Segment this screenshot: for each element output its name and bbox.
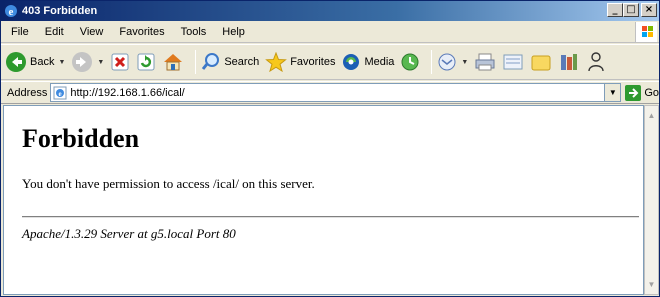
scroll-up-icon[interactable]: ▲ xyxy=(645,108,658,123)
favorites-label: Favorites xyxy=(290,56,336,68)
svg-text:e: e xyxy=(59,90,62,98)
back-arrow-icon xyxy=(6,52,26,72)
research-books-icon xyxy=(561,54,578,70)
window-title: 403 Forbidden xyxy=(22,5,98,17)
back-dropdown-icon[interactable]: ▼ xyxy=(58,59,65,66)
toolbar-separator xyxy=(431,50,433,74)
edit-button[interactable] xyxy=(502,52,524,72)
horizontal-rule xyxy=(22,216,639,218)
refresh-button[interactable] xyxy=(136,52,156,72)
address-url: http://192.168.1.66/ical/ xyxy=(70,86,185,99)
media-icon xyxy=(343,54,360,70)
mail-icon xyxy=(438,53,456,71)
toolbar-separator xyxy=(195,50,197,74)
favorites-button[interactable]: Favorites xyxy=(265,52,335,72)
menu-edit[interactable]: Edit xyxy=(37,26,72,38)
menu-tools[interactable]: Tools xyxy=(173,26,215,38)
mail-dropdown-icon[interactable]: ▼ xyxy=(461,59,468,66)
address-label: Address xyxy=(7,86,48,99)
address-bar: Address e http://192.168.1.66/ical/ ▼ Go xyxy=(1,81,659,104)
printer-icon xyxy=(475,53,495,71)
search-button[interactable]: Search xyxy=(201,52,259,72)
forward-dropdown-icon[interactable]: ▼ xyxy=(97,59,104,66)
refresh-icon xyxy=(137,53,155,71)
history-button[interactable] xyxy=(400,52,420,72)
search-icon xyxy=(202,53,220,70)
home-button[interactable] xyxy=(162,52,184,72)
error-message: You don't have permission to access /ica… xyxy=(22,176,315,191)
research-button[interactable] xyxy=(558,52,580,72)
address-dropdown-icon[interactable]: ▼ xyxy=(604,84,621,101)
menu-bar: File Edit View Favorites Tools Help xyxy=(1,21,659,43)
ie-page-icon: e xyxy=(53,86,67,99)
media-button[interactable]: Media xyxy=(341,52,394,72)
back-label: Back xyxy=(30,56,55,68)
minimize-button[interactable]: _ xyxy=(607,3,623,17)
edit-page-icon xyxy=(503,54,523,70)
title-bar[interactable]: e 403 Forbidden _ □ × xyxy=(1,1,659,21)
history-icon xyxy=(401,53,419,71)
page-content: Forbidden You don't have permission to a… xyxy=(3,105,644,295)
stop-button[interactable] xyxy=(110,52,130,72)
media-label: Media xyxy=(364,56,395,68)
back-button[interactable]: Back ▼ xyxy=(5,51,65,73)
print-button[interactable] xyxy=(474,52,496,72)
messenger-button[interactable] xyxy=(586,51,606,73)
forward-button[interactable]: ▼ xyxy=(71,51,104,73)
star-icon xyxy=(265,52,288,72)
forward-arrow-icon xyxy=(72,52,93,72)
page-heading: Forbidden xyxy=(22,124,140,153)
menu-favorites[interactable]: Favorites xyxy=(111,26,172,38)
svg-text:e: e xyxy=(9,6,14,18)
menu-view[interactable]: View xyxy=(72,26,112,38)
browser-window: e 403 Forbidden _ □ × File Edit View Fav… xyxy=(0,0,660,297)
menu-help[interactable]: Help xyxy=(214,26,253,38)
server-signature: Apache/1.3.29 Server at g5.local Port 80 xyxy=(22,226,236,241)
address-input[interactable]: e http://192.168.1.66/ical/ ▼ xyxy=(50,83,622,102)
ie-icon: e xyxy=(5,5,17,18)
home-icon xyxy=(164,54,183,71)
search-label: Search xyxy=(224,56,260,68)
go-button[interactable]: Go xyxy=(625,84,659,101)
menu-file[interactable]: File xyxy=(1,26,37,38)
toolbar: Back ▼ ▼ Search Favorites Media ▼ xyxy=(1,44,659,80)
stop-icon xyxy=(111,53,129,71)
windows-logo-icon xyxy=(635,22,657,42)
close-button[interactable]: × xyxy=(641,3,657,17)
go-label: Go xyxy=(644,86,659,99)
notes-button[interactable] xyxy=(530,52,552,72)
mail-button[interactable]: ▼ xyxy=(437,52,468,72)
folder-icon xyxy=(531,55,551,71)
scroll-down-icon[interactable]: ▼ xyxy=(645,277,658,292)
maximize-button[interactable]: □ xyxy=(623,3,639,17)
vertical-scrollbar[interactable]: ▲ ▼ xyxy=(644,105,659,295)
messenger-person-icon xyxy=(588,52,605,72)
go-arrow-icon xyxy=(625,84,642,101)
